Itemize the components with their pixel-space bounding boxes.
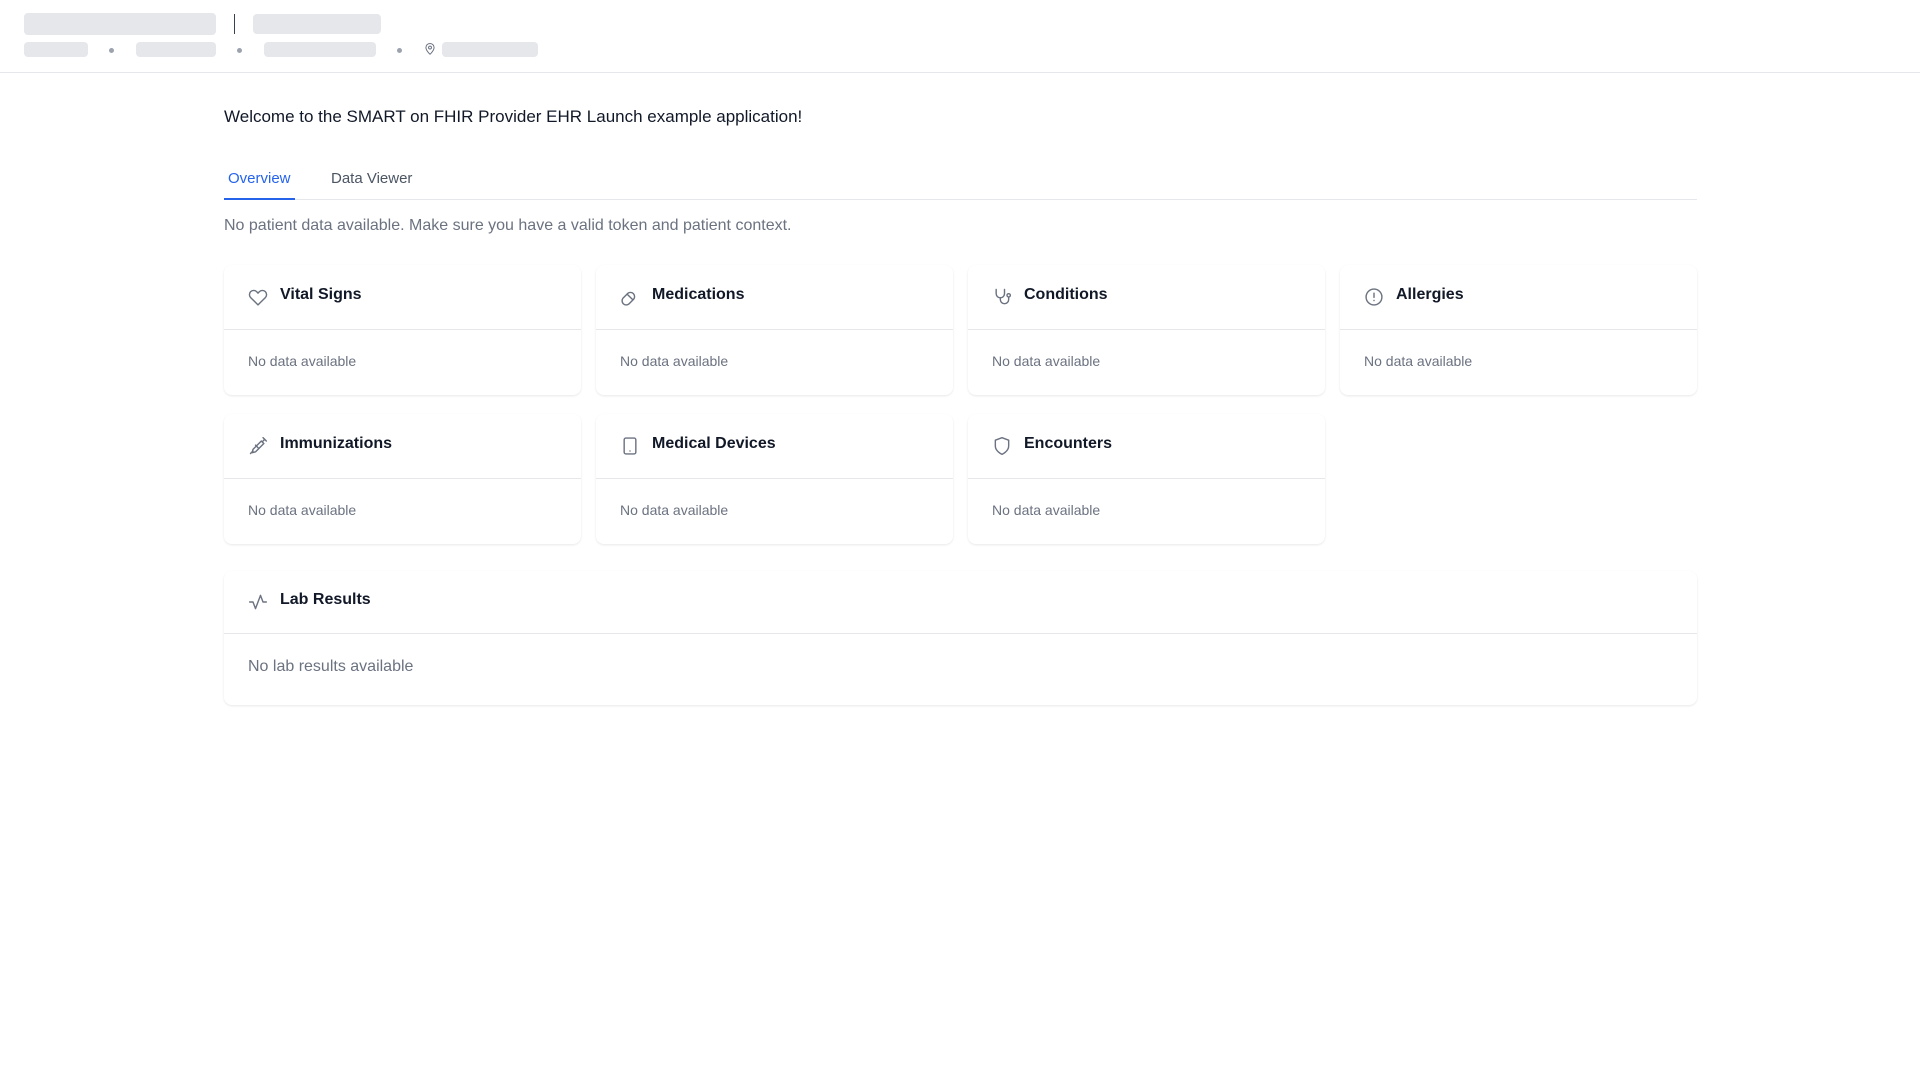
syringe-icon — [248, 436, 268, 456]
tab-data-viewer[interactable]: Data Viewer — [331, 165, 412, 200]
card-title: Vital Signs — [280, 286, 362, 303]
card-title: Allergies — [1396, 286, 1464, 303]
card-header: Conditions — [968, 265, 1325, 330]
alert-circle-icon — [1364, 287, 1384, 307]
card-lab-results: Lab Results No lab results available — [224, 571, 1697, 705]
welcome-message: Welcome to the SMART on FHIR Provider EH… — [224, 107, 803, 126]
heart-icon — [248, 287, 268, 307]
card-title: Encounters — [1024, 435, 1113, 452]
card-header: Lab Results — [224, 571, 1697, 634]
card-header: Medications — [596, 265, 953, 330]
card-conditions: Conditions No data available — [968, 265, 1325, 395]
card-encounters: Encounters No data available — [968, 414, 1325, 544]
empty-state-text: No data available — [1364, 353, 1473, 369]
no-patient-data-message: No patient data available. Make sure you… — [224, 217, 792, 234]
empty-state-text: No data available — [992, 502, 1101, 518]
empty-state-text: No data available — [992, 353, 1101, 369]
tab-bar: Overview Data Viewer — [224, 165, 1697, 200]
empty-state-text: No data available — [620, 502, 729, 518]
card-vital-signs: Vital Signs No data available — [224, 265, 581, 395]
empty-state-text: No data available — [248, 502, 357, 518]
card-medical-devices: Medical Devices No data available — [596, 414, 953, 544]
header-divider — [234, 14, 235, 34]
card-title: Medications — [652, 286, 745, 303]
card-header: Encounters — [968, 414, 1325, 479]
stethoscope-icon — [992, 287, 1012, 307]
empty-state-text: No lab results available — [248, 658, 414, 675]
pill-icon — [620, 287, 640, 307]
birthdate-skeleton — [136, 42, 216, 57]
card-allergies: Allergies No data available — [1340, 265, 1697, 395]
address-skeleton — [442, 42, 538, 57]
tablet-icon — [620, 436, 640, 456]
card-title: Lab Results — [280, 591, 371, 608]
shield-icon — [992, 436, 1012, 456]
patient-header — [0, 0, 1920, 73]
map-pin-icon — [423, 42, 437, 56]
card-title: Immunizations — [280, 435, 393, 452]
card-header: Immunizations — [224, 414, 581, 479]
separator-dot — [109, 48, 114, 53]
separator-dot — [397, 48, 402, 53]
card-immunizations: Immunizations No data available — [224, 414, 581, 544]
card-title: Medical Devices — [652, 435, 776, 452]
card-header: Medical Devices — [596, 414, 953, 479]
card-header: Vital Signs — [224, 265, 581, 330]
card-title: Conditions — [1024, 286, 1108, 303]
card-header: Allergies — [1340, 265, 1697, 330]
activity-icon — [248, 592, 268, 612]
empty-state-text: No data available — [620, 353, 729, 369]
empty-state-text: No data available — [248, 353, 357, 369]
patient-id-skeleton — [253, 14, 381, 34]
phone-skeleton — [264, 42, 376, 57]
card-medications: Medications No data available — [596, 265, 953, 395]
patient-name-skeleton — [24, 13, 216, 35]
tab-overview[interactable]: Overview — [224, 165, 295, 200]
separator-dot — [237, 48, 242, 53]
gender-skeleton — [24, 42, 88, 57]
